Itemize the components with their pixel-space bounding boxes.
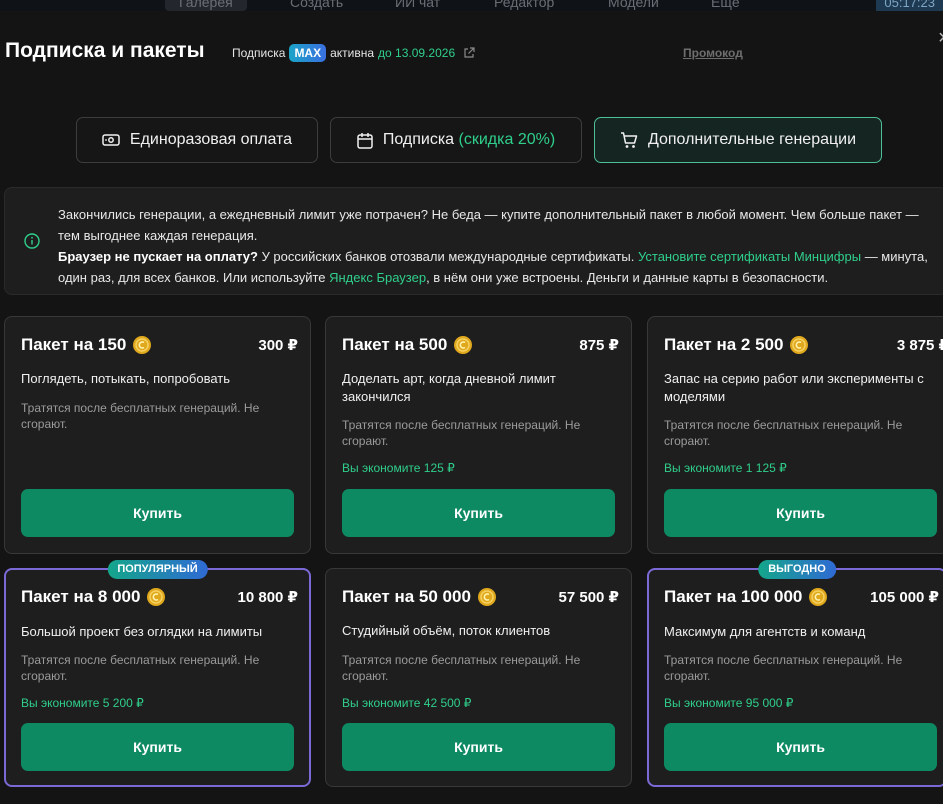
package-name: Пакет на 150 [21, 335, 152, 355]
tab-extra-generations[interactable]: Дополнительные генерации [594, 117, 882, 163]
buy-button[interactable]: Купить [664, 723, 937, 771]
savings-label: Вы экономите 42 500 ₽ [342, 696, 472, 710]
package-card-2500: Пакет на 2 500 3 875 ₽ Запас на серию ра… [647, 316, 943, 554]
buy-button[interactable]: Купить [664, 489, 937, 537]
modal-title: Подписка и пакеты [5, 39, 205, 62]
clock: 05:17:23 [876, 0, 943, 11]
status-text: активна [330, 46, 375, 60]
package-note: Тратятся после бесплатных генераций. Не … [664, 653, 903, 683]
tab-label: Единоразовая оплата [129, 131, 293, 148]
package-description: Поглядеть, потыкать, попробовать [21, 371, 231, 386]
info-line-2c: , в нём они уже встроены. Деньги и данны… [426, 270, 829, 285]
package-name: Пакет на 50 000 [342, 587, 497, 607]
package-card-150: Пакет на 150 300 ₽ Поглядеть, потыкать, … [4, 316, 311, 554]
buy-button[interactable]: Купить [342, 723, 615, 771]
package-note: Тратятся после бесплатных генераций. Не … [342, 418, 581, 448]
coin-icon [790, 336, 809, 354]
package-price: 3 875 ₽ [896, 337, 943, 354]
cash-icon [102, 134, 120, 146]
package-price: 875 ₽ [579, 337, 619, 354]
calendar-icon [357, 132, 373, 149]
package-price: 105 000 ₽ [870, 589, 939, 606]
close-icon[interactable]: × [938, 27, 943, 50]
coin-icon [477, 588, 496, 606]
info-bold: Браузер не пускает на оплату? [58, 249, 258, 264]
package-card-500: Пакет на 500 875 ₽ Доделать арт, когда д… [325, 316, 632, 554]
savings-label: Вы экономите 5 200 ₽ [21, 696, 144, 710]
external-link-icon[interactable] [463, 47, 475, 59]
info-line-1: Закончились генерации, а ежедневный лими… [58, 207, 919, 243]
package-note: Тратятся после бесплатных генераций. Не … [21, 653, 260, 683]
package-card-50000: Пакет на 50 000 57 500 ₽ Студийный объём… [325, 568, 632, 787]
cart-icon [620, 131, 638, 148]
package-description: Доделать арт, когда дневной лимит законч… [342, 371, 556, 404]
package-note: Тратятся после бесплатных генераций. Не … [664, 418, 903, 448]
background-navbar: Галерея Создать ИИ чат Редактор Модели Е… [0, 0, 943, 11]
subscription-label: Подписка [232, 46, 286, 60]
expiry-date: до 13.09.2026 [378, 46, 456, 60]
subscription-status: Подписка MAX активна до 13.09.2026 [232, 44, 475, 62]
certificates-link[interactable]: Установите сертификаты Минцифры [638, 249, 861, 264]
info-text: Закончились генерации, а ежедневный лими… [58, 204, 938, 288]
tab-label: Дополнительные генерации [647, 131, 857, 148]
package-description: Большой проект без оглядки на лимиты [21, 624, 263, 639]
savings-label: Вы экономите 1 125 ₽ [664, 461, 787, 475]
buy-button[interactable]: Купить [21, 723, 294, 771]
tab-subscription[interactable]: Подписка (скидка 20%) [330, 117, 582, 163]
savings-label: Вы экономите 95 000 ₽ [664, 696, 794, 710]
package-card-100000: ВЫГОДНО Пакет на 100 000 105 000 ₽ Макси… [647, 560, 943, 787]
package-description: Запас на серию работ или эксперименты с … [664, 371, 924, 404]
package-note: Тратятся после бесплатных генераций. Не … [21, 401, 260, 431]
best-value-badge: ВЫГОДНО [758, 560, 836, 579]
package-name: Пакет на 8 000 [21, 587, 166, 607]
package-name-text: Пакет на 500 [342, 335, 448, 354]
info-icon [24, 233, 40, 249]
package-name-text: Пакет на 100 000 [664, 587, 803, 606]
coin-icon [809, 588, 828, 606]
coin-icon [133, 336, 152, 354]
coin-icon [147, 588, 166, 606]
package-description: Студийный объём, поток клиентов [342, 623, 551, 638]
nav-more[interactable]: Ещё [697, 0, 754, 11]
package-name-text: Пакет на 50 000 [342, 587, 471, 606]
nav-ai-chat[interactable]: ИИ чат [381, 0, 454, 11]
package-note: Тратятся после бесплатных генераций. Не … [342, 653, 581, 683]
discount-label: (скидка 20%) [458, 131, 556, 148]
coin-icon [454, 336, 473, 354]
package-price: 10 800 ₽ [237, 589, 298, 606]
package-name: Пакет на 100 000 [664, 587, 828, 607]
savings-label: Вы экономите 125 ₽ [342, 461, 455, 475]
package-name-text: Пакет на 8 000 [21, 587, 141, 606]
popular-badge: ПОПУЛЯРНЫЙ [107, 560, 208, 579]
subscription-modal: Подписка и пакеты Подписка MAX активна д… [0, 11, 943, 804]
package-price: 300 ₽ [258, 337, 298, 354]
nav-models[interactable]: Модели [594, 0, 673, 11]
package-name: Пакет на 500 [342, 335, 473, 355]
package-name: Пакет на 2 500 [664, 335, 809, 355]
info-banner: Закончились генерации, а ежедневный лими… [4, 187, 943, 295]
nav-editor[interactable]: Редактор [480, 0, 568, 11]
package-name-text: Пакет на 150 [21, 335, 127, 354]
package-name-text: Пакет на 2 500 [664, 335, 784, 354]
package-price: 57 500 ₽ [558, 589, 619, 606]
tab-label-text: Подписка [382, 131, 455, 148]
plan-badge: MAX [289, 44, 327, 62]
tab-label: Подписка (скидка 20%) [383, 131, 555, 149]
tab-one-time-payment[interactable]: Единоразовая оплата [76, 117, 318, 163]
nav-gallery[interactable]: Галерея [165, 0, 247, 11]
info-line-2a: У российских банков отозвали международн… [257, 249, 638, 264]
yandex-browser-link[interactable]: Яндекс Браузер [329, 270, 426, 285]
nav-create[interactable]: Создать [276, 0, 357, 11]
buy-button[interactable]: Купить [21, 489, 294, 537]
package-description: Максимум для агентств и команд [664, 624, 866, 639]
package-card-8000: ПОПУЛЯРНЫЙ Пакет на 8 000 10 800 ₽ Больш… [4, 560, 311, 787]
buy-button[interactable]: Купить [342, 489, 615, 537]
promo-code-link[interactable]: Промокод [683, 46, 743, 60]
